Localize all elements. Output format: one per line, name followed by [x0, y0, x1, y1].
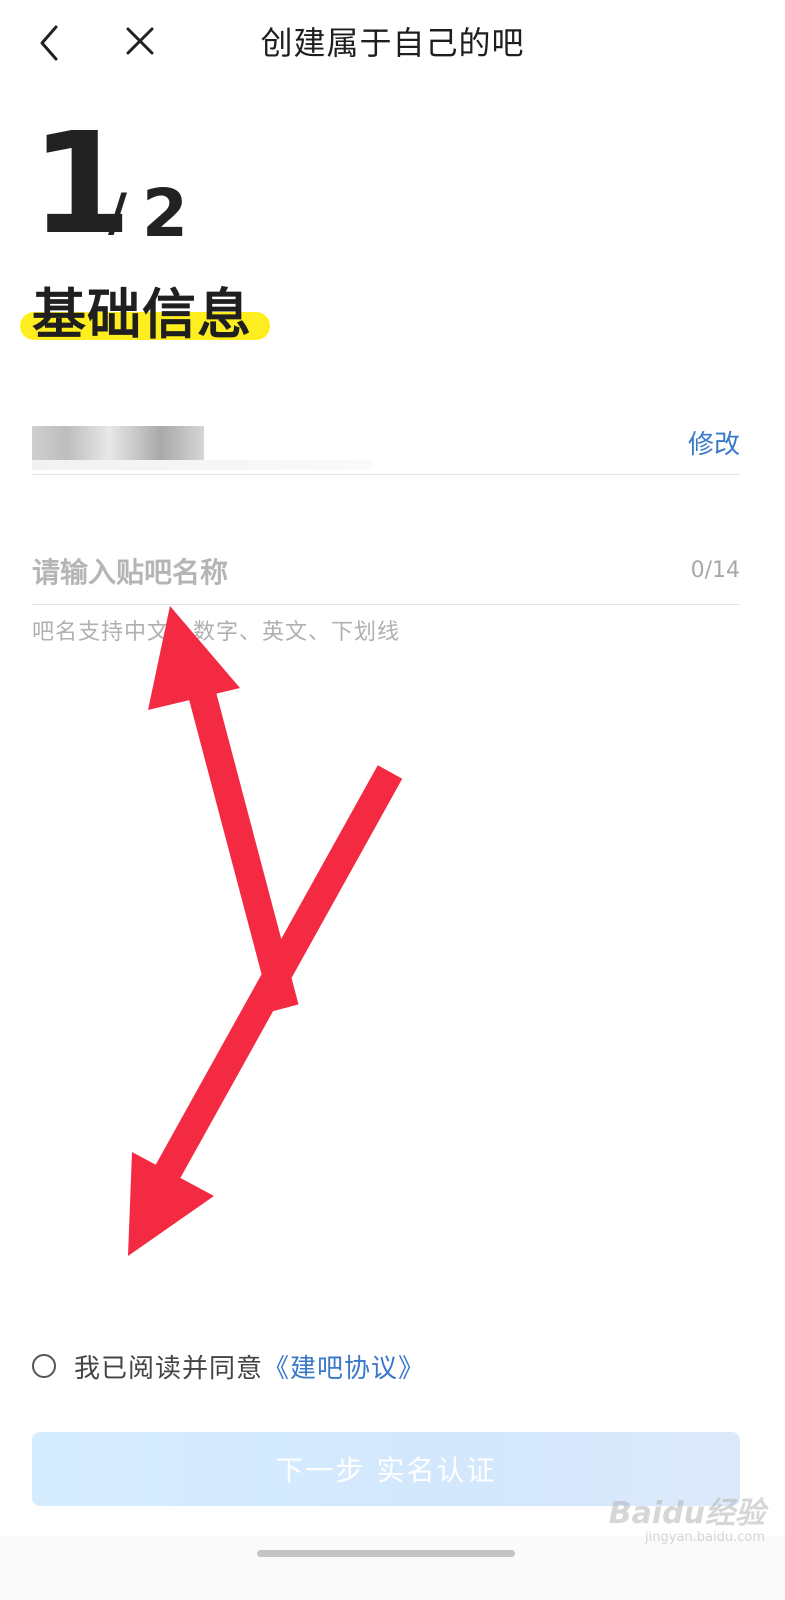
- blurred-category-value: [32, 426, 204, 460]
- top-bar: 创建属于自己的吧: [0, 0, 785, 90]
- name-field-row: 0/14: [32, 540, 740, 605]
- watermark-logo: Baidu经验: [608, 1496, 765, 1531]
- char-counter: 0/14: [690, 558, 740, 583]
- home-indicator[interactable]: [257, 1550, 515, 1557]
- bottom-safe-area: [0, 1536, 785, 1600]
- watermark-url: jingyan.baidu.com: [645, 1530, 765, 1545]
- watermark: Baidu经验 jingyan.baidu.com: [609, 1488, 765, 1545]
- edit-category-link[interactable]: 修改: [688, 424, 740, 461]
- blurred-category-shadow: [32, 460, 372, 470]
- agreement-text: 我已阅读并同意: [74, 1353, 264, 1384]
- step-total: 2: [142, 175, 188, 252]
- agreement-row: 我已阅读并同意 《建吧协议》: [32, 1346, 425, 1386]
- arrow-up-icon: [148, 606, 299, 1012]
- arrow-down-icon: [128, 765, 403, 1256]
- agree-radio[interactable]: [32, 1354, 56, 1378]
- bar-name-input[interactable]: [32, 550, 632, 594]
- step-separator: /: [108, 183, 127, 243]
- name-hint: 吧名支持中文、数字、英文、下划线: [32, 620, 401, 645]
- page-title: 创建属于自己的吧: [260, 24, 525, 62]
- agreement-link[interactable]: 《建吧协议》: [263, 1348, 425, 1385]
- section-title: 基础信息: [32, 283, 252, 346]
- category-row: 修改: [32, 410, 740, 475]
- section-heading: 基础信息: [20, 270, 280, 350]
